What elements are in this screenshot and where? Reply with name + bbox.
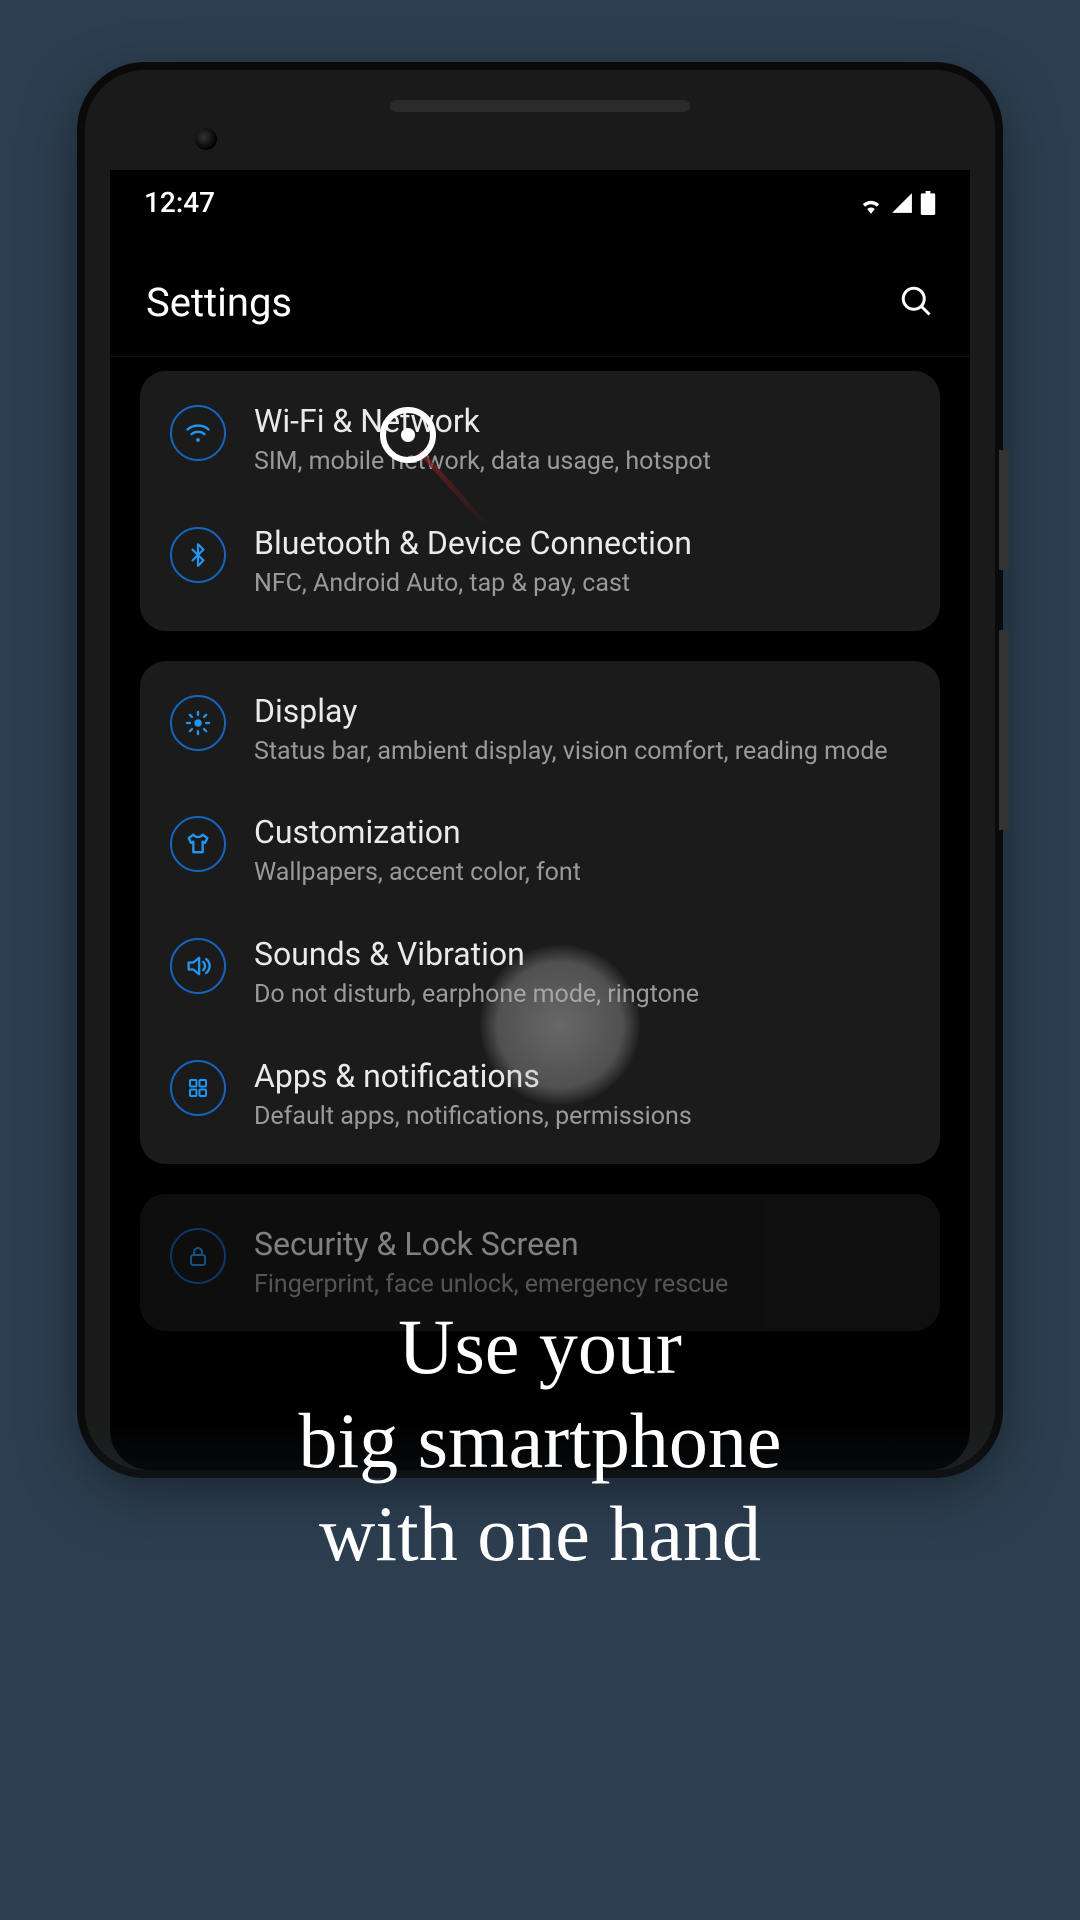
caption-line: big smartphone (0, 1394, 1080, 1488)
settings-item-subtitle: Status bar, ambient display, vision comf… (254, 735, 910, 769)
settings-item-subtitle: Wallpapers, accent color, font (254, 856, 910, 890)
settings-item-subtitle: Do not disturb, earphone mode, ringtone (254, 978, 910, 1012)
settings-item-title: Bluetooth & Device Connection (254, 523, 910, 563)
page-title: Settings (146, 279, 292, 326)
settings-item-title: Customization (254, 812, 910, 852)
status-time: 12:47 (144, 186, 215, 219)
settings-item-title: Security & Lock Screen (254, 1224, 910, 1264)
header: Settings (110, 229, 970, 357)
tshirt-icon (170, 816, 226, 872)
settings-item-title: Display (254, 691, 910, 731)
caption-line: with one hand (0, 1487, 1080, 1581)
phone-frame: 12:47 Settings (85, 70, 995, 1470)
settings-group: Display Status bar, ambient display, vis… (140, 661, 940, 1164)
settings-item-subtitle: SIM, mobile network, data usage, hotspot (254, 445, 910, 479)
status-icons (858, 191, 936, 215)
wifi-icon (170, 405, 226, 461)
settings-item-customization[interactable]: Customization Wallpapers, accent color, … (140, 790, 940, 912)
brightness-icon (170, 695, 226, 751)
settings-item-bluetooth[interactable]: Bluetooth & Device Connection NFC, Andro… (140, 501, 940, 623)
screen: 12:47 Settings (110, 170, 970, 1470)
settings-item-title: Wi-Fi & Network (254, 401, 910, 441)
marketing-caption: Use your big smartphone with one hand (0, 1300, 1080, 1581)
wifi-icon (858, 192, 884, 214)
apps-grid-icon (170, 1060, 226, 1116)
settings-item-subtitle: Default apps, notifications, permissions (254, 1100, 910, 1134)
bluetooth-icon (170, 527, 226, 583)
settings-item-apps[interactable]: Apps & notifications Default apps, notif… (140, 1034, 940, 1156)
settings-item-sounds[interactable]: Sounds & Vibration Do not disturb, earph… (140, 912, 940, 1034)
settings-group: Wi-Fi & Network SIM, mobile network, dat… (140, 371, 940, 631)
settings-list[interactable]: Wi-Fi & Network SIM, mobile network, dat… (110, 357, 970, 1331)
phone-speaker (390, 100, 690, 112)
lock-icon (170, 1228, 226, 1284)
settings-item-display[interactable]: Display Status bar, ambient display, vis… (140, 669, 940, 791)
search-button[interactable] (898, 283, 934, 323)
battery-icon (920, 191, 936, 215)
phone-side-button-upper (999, 450, 1009, 570)
phone-camera (195, 128, 217, 150)
settings-item-title: Sounds & Vibration (254, 934, 910, 974)
settings-item-subtitle: NFC, Android Auto, tap & pay, cast (254, 567, 910, 601)
speaker-icon (170, 938, 226, 994)
status-bar: 12:47 (110, 170, 970, 229)
settings-item-title: Apps & notifications (254, 1056, 910, 1096)
caption-line: Use your (0, 1300, 1080, 1394)
phone-side-button-lower (999, 630, 1009, 830)
settings-item-subtitle: Fingerprint, face unlock, emergency resc… (254, 1268, 910, 1302)
cellular-icon (890, 192, 914, 214)
settings-item-wifi[interactable]: Wi-Fi & Network SIM, mobile network, dat… (140, 379, 940, 501)
